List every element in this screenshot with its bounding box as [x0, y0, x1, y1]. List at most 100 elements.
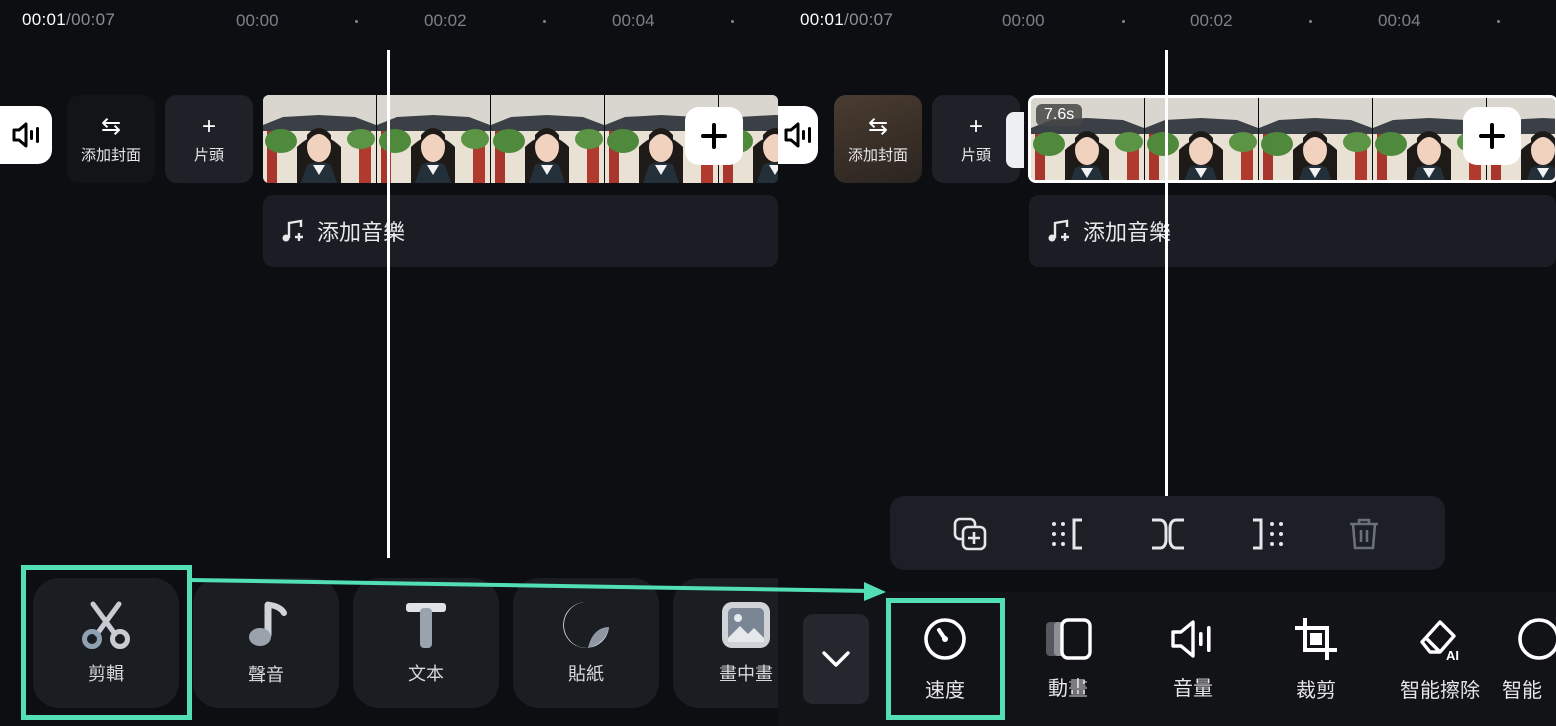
tool-label: 貼紙	[568, 664, 604, 684]
video-frame-thumbnail	[491, 95, 604, 183]
ruler-dot	[1309, 20, 1312, 23]
add-intro-button[interactable]: + 片頭	[165, 95, 253, 183]
add-music-track[interactable]: 添加音樂	[263, 195, 778, 267]
music-note-icon	[249, 601, 287, 646]
delete-icon	[1350, 518, 1378, 550]
crop-icon	[1295, 617, 1337, 660]
split-button[interactable]	[1148, 514, 1188, 554]
current-time: 00:01	[800, 10, 845, 29]
mute-toggle-button[interactable]	[0, 106, 52, 164]
tool-ai[interactable]: 智能	[1498, 604, 1556, 714]
plus-icon: +	[201, 112, 216, 140]
split-icon	[1152, 518, 1184, 550]
ruler-tick: 00:04	[1378, 11, 1421, 30]
swap-icon: ⇆	[100, 112, 122, 140]
chevron-down-icon	[822, 651, 850, 667]
clip-frame	[1259, 98, 1373, 180]
mute-toggle-button[interactable]	[778, 106, 818, 164]
music-add-icon	[282, 219, 303, 242]
ruler-tick: 00:00	[1002, 11, 1045, 30]
tool-ai-eraser[interactable]: AI 智能擦除	[1381, 604, 1499, 714]
tool-crop[interactable]: 裁剪	[1257, 604, 1375, 714]
plus-icon	[1479, 123, 1505, 149]
volume-icon	[1171, 619, 1211, 658]
sticker-icon	[563, 602, 609, 649]
clip-frame	[377, 95, 491, 183]
delete-button[interactable]	[1344, 514, 1384, 554]
tool-animation[interactable]: 動畫	[1009, 604, 1127, 714]
plus-icon	[701, 123, 727, 149]
tool-volume[interactable]: 音量	[1134, 604, 1252, 714]
video-frame-thumbnail	[1145, 98, 1258, 180]
tool-label: 智能擦除	[1400, 679, 1480, 702]
ruler-dot	[1497, 20, 1500, 23]
ruler-dot	[731, 20, 734, 23]
swap-icon: ⇆	[867, 112, 889, 140]
highlight-box	[886, 598, 1005, 720]
total-time: /00:07	[844, 10, 894, 29]
music-add-icon	[1048, 219, 1069, 242]
ruler-dot	[543, 20, 546, 23]
split-right-icon	[1253, 518, 1283, 550]
ruler-tick: 00:02	[424, 11, 467, 30]
tool-label: 裁剪	[1296, 679, 1336, 702]
tool-label: 文本	[408, 664, 444, 684]
ai-eraser-icon: AI	[1420, 619, 1459, 662]
ai-icon	[1518, 617, 1556, 660]
video-frame-thumbnail	[377, 95, 490, 183]
clip-action-bar	[890, 496, 1445, 570]
add-cover-button[interactable]: ⇆ 添加封面	[834, 95, 922, 183]
copy-icon	[953, 517, 987, 551]
duplicate-button[interactable]	[950, 514, 990, 554]
timecode: 00:01/00:07	[800, 10, 893, 30]
split-left-icon	[1052, 518, 1082, 550]
animation-icon	[1046, 617, 1092, 660]
tool-audio[interactable]: 聲音	[193, 578, 339, 708]
ruler-dot	[355, 20, 358, 23]
collapse-toolbar-button[interactable]	[803, 614, 869, 704]
tool-label: 音量	[1173, 677, 1213, 700]
tool-label: 動畫	[1048, 677, 1088, 700]
highlight-box	[21, 565, 192, 720]
svg-text:AI: AI	[1446, 648, 1459, 662]
speaker-icon	[12, 122, 39, 148]
tool-picture-in-picture[interactable]: 畫中畫	[673, 578, 778, 708]
add-music-label: 添加音樂	[1083, 220, 1172, 245]
add-cover-label: 添加封面	[847, 146, 908, 164]
timecode: 00:01/00:07	[22, 10, 115, 30]
add-cover-button[interactable]: ⇆ 添加封面	[67, 95, 155, 183]
ruler-tick: 00:04	[612, 11, 655, 30]
add-intro-label: 片頭	[960, 146, 991, 164]
current-time: 00:01	[22, 10, 67, 29]
add-cover-label: 添加封面	[80, 146, 141, 164]
tool-sticker[interactable]: 貼紙	[513, 578, 659, 708]
ruler-tick: 00:02	[1190, 11, 1233, 30]
clip-duration-badge: 7.6s	[1036, 104, 1083, 126]
split-left-button[interactable]	[1048, 514, 1088, 554]
clip-edit-view: 00:01/00:07 00:00 00:02 00:04 ⇆ 添加封面 + 片…	[778, 0, 1556, 726]
speaker-icon	[784, 122, 811, 148]
editor-main-view: 00:01/00:07 00:00 00:02 00:04 ⇆ 添加封面 + 片…	[0, 0, 778, 726]
add-intro-label: 片頭	[193, 146, 224, 164]
total-time: /00:07	[66, 10, 116, 29]
tool-label: 聲音	[248, 665, 284, 685]
clip-frame	[263, 95, 377, 183]
add-clip-button[interactable]	[1463, 107, 1521, 165]
clip-frame	[1145, 98, 1259, 180]
video-frame-thumbnail	[263, 95, 376, 183]
add-music-track[interactable]: 添加音樂	[1029, 195, 1556, 267]
tool-label: 智能	[1502, 679, 1542, 702]
ruler-dot	[1122, 20, 1125, 23]
add-music-label: 添加音樂	[317, 220, 406, 245]
tool-label: 畫中畫	[719, 664, 773, 684]
picture-in-picture-icon	[722, 602, 770, 648]
split-right-button[interactable]	[1247, 514, 1287, 554]
playhead[interactable]	[387, 50, 390, 558]
tool-text[interactable]: 文本	[353, 578, 499, 708]
plus-icon: +	[968, 112, 983, 140]
clip-trim-handle-left[interactable]	[1006, 112, 1024, 168]
playhead[interactable]	[1165, 50, 1168, 496]
add-clip-button[interactable]	[685, 107, 743, 165]
text-icon	[406, 603, 446, 648]
clip-frame	[491, 95, 605, 183]
